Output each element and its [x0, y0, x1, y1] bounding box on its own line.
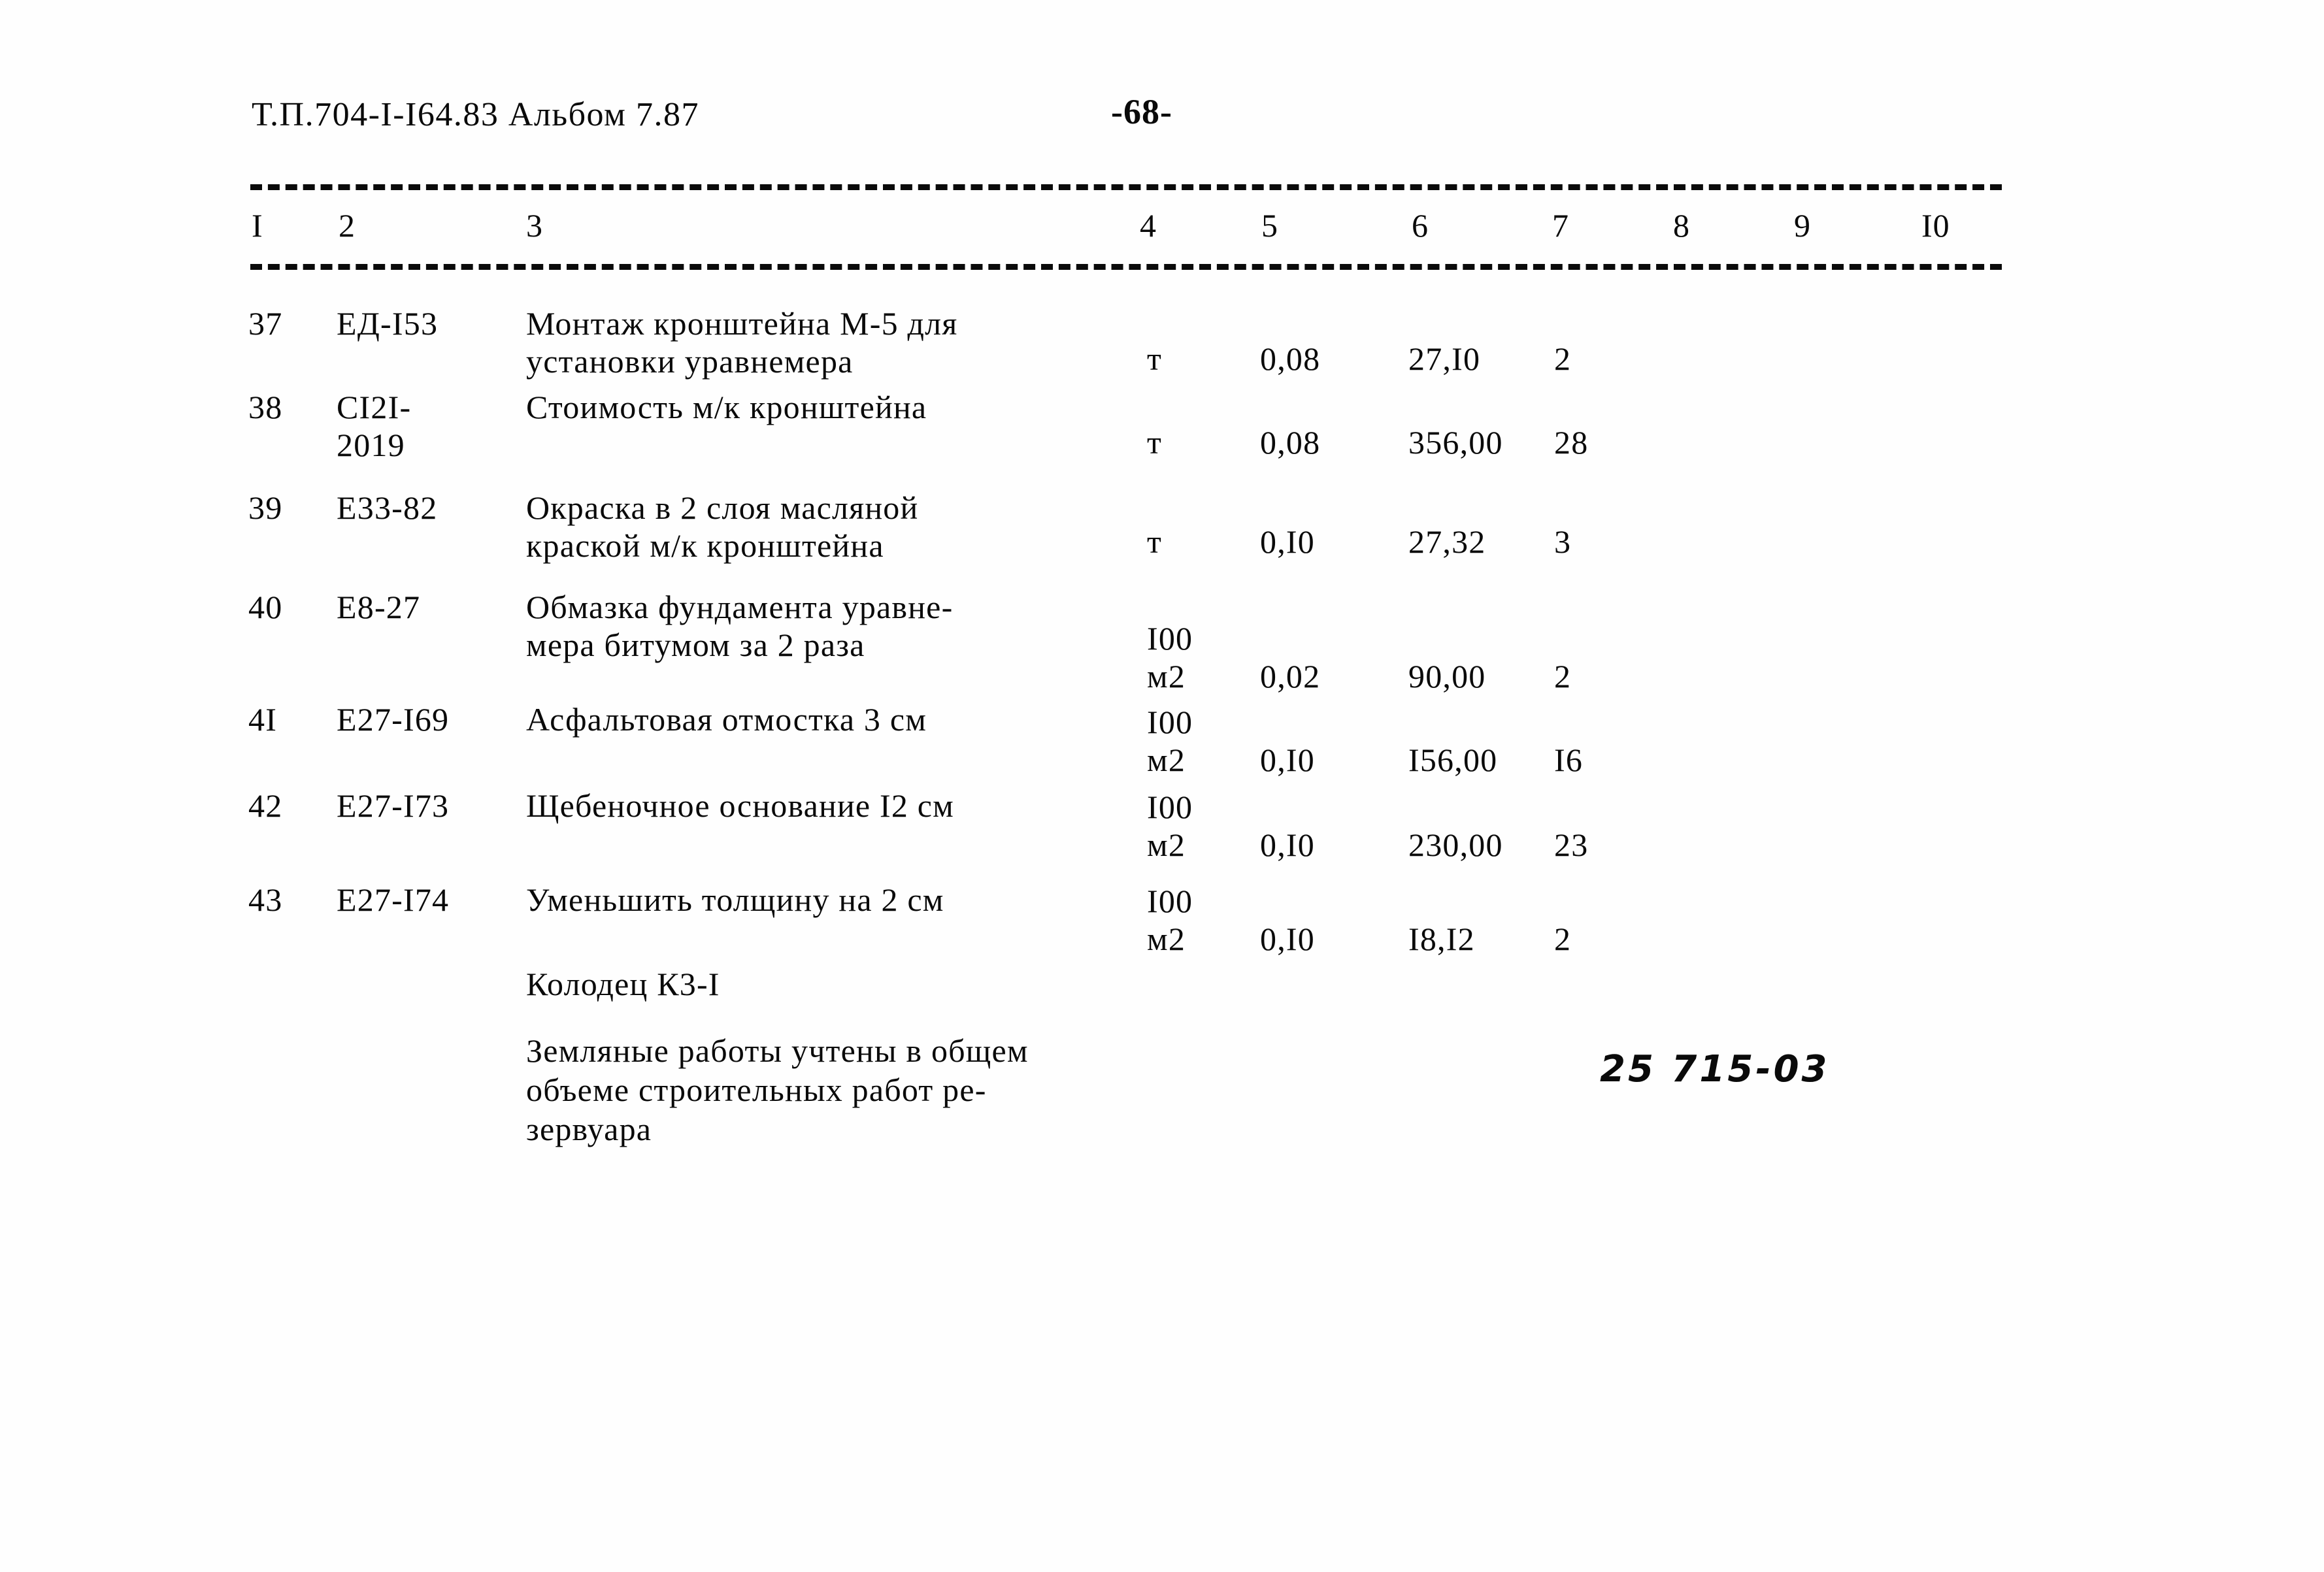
row-quantity: 0,08: [1260, 340, 1321, 377]
row-number: 38: [248, 389, 283, 425]
row-description: Окраска в 2 слоя масляной краской м/к кр…: [526, 489, 919, 564]
document-header-code: Т.П.704-I-I64.83 Альбом 7.87: [252, 96, 699, 133]
row-number: 43: [248, 881, 283, 918]
row-total: I6: [1554, 742, 1584, 778]
row-number: 37: [248, 305, 283, 342]
row-total: 23: [1554, 827, 1589, 863]
row-quantity: 0,02: [1260, 658, 1321, 695]
table-bottom-rule: [250, 264, 2002, 270]
row-unit: т: [1147, 340, 1163, 377]
column-header-5: 5: [1261, 207, 1278, 244]
row-code: Е33-82: [337, 489, 438, 526]
document-page: Т.П.704-I-I64.83 Альбом 7.87 -68- I 2 3 …: [0, 0, 2324, 1572]
row-code: ЕД-I53: [337, 305, 439, 342]
row-unit: I00 м2: [1147, 704, 1193, 778]
column-header-4: 4: [1140, 207, 1157, 244]
row-unit: т: [1147, 424, 1163, 461]
row-description: Уменьшить толщину на 2 см: [526, 881, 944, 918]
row-total: 2: [1554, 658, 1572, 695]
row-number: 4I: [248, 701, 278, 738]
row-description: Монтаж кронштейна М-5 для установки урав…: [526, 305, 958, 380]
row-unit: т: [1147, 523, 1163, 560]
row-unit: I00 м2: [1147, 620, 1193, 695]
row-quantity: 0,I0: [1260, 827, 1315, 863]
notes-body: Земляные работы учтены в общем объеме ст…: [526, 1032, 1029, 1147]
row-description: Стоимость м/к кронштейна: [526, 389, 927, 425]
row-code: Е27-I73: [337, 787, 450, 824]
row-code: СI2I- 2019: [337, 389, 412, 463]
row-code: Е8-27: [337, 589, 421, 625]
column-header-10: I0: [1921, 207, 1950, 244]
row-quantity: 0,08: [1260, 424, 1321, 461]
row-description: Обмазка фундамента уравне- мера битумом …: [526, 589, 954, 663]
row-unit: I00 м2: [1147, 789, 1193, 863]
row-code: Е27-I69: [337, 701, 450, 738]
page-number: -68-: [1111, 92, 1172, 131]
row-code: Е27-I74: [337, 881, 450, 918]
row-total: 28: [1554, 424, 1589, 461]
row-number: 39: [248, 489, 283, 526]
row-quantity: 0,I0: [1260, 523, 1315, 560]
row-price: 230,00: [1408, 827, 1503, 863]
column-header-7: 7: [1552, 207, 1569, 244]
row-unit: I00 м2: [1147, 883, 1193, 957]
row-number: 42: [248, 787, 283, 824]
column-header-2: 2: [339, 207, 356, 244]
row-quantity: 0,I0: [1260, 921, 1315, 957]
column-header-6: 6: [1412, 207, 1429, 244]
row-price: 27,32: [1408, 523, 1486, 560]
row-price: I8,I2: [1408, 921, 1475, 957]
row-total: 3: [1554, 523, 1572, 560]
row-price: 356,00: [1408, 424, 1503, 461]
row-total: 2: [1554, 340, 1572, 377]
row-number: 40: [248, 589, 283, 625]
row-description: Асфальтовая отмостка 3 см: [526, 701, 927, 738]
column-header-8: 8: [1673, 207, 1690, 244]
notes-section-title: Колодец К3-I: [526, 966, 720, 1002]
row-price: 90,00: [1408, 658, 1486, 695]
row-total: 2: [1554, 921, 1572, 957]
row-description: Щебеночное основание I2 см: [526, 787, 955, 824]
table-top-rule: [250, 184, 2002, 190]
row-price: I56,00: [1408, 742, 1498, 778]
column-header-3: 3: [526, 207, 543, 244]
column-header-9: 9: [1794, 207, 1811, 244]
row-quantity: 0,I0: [1260, 742, 1315, 778]
row-price: 27,I0: [1408, 340, 1481, 377]
handwritten-stamp: 25 715-03: [1600, 1048, 1830, 1090]
column-header-1: I: [252, 207, 263, 244]
